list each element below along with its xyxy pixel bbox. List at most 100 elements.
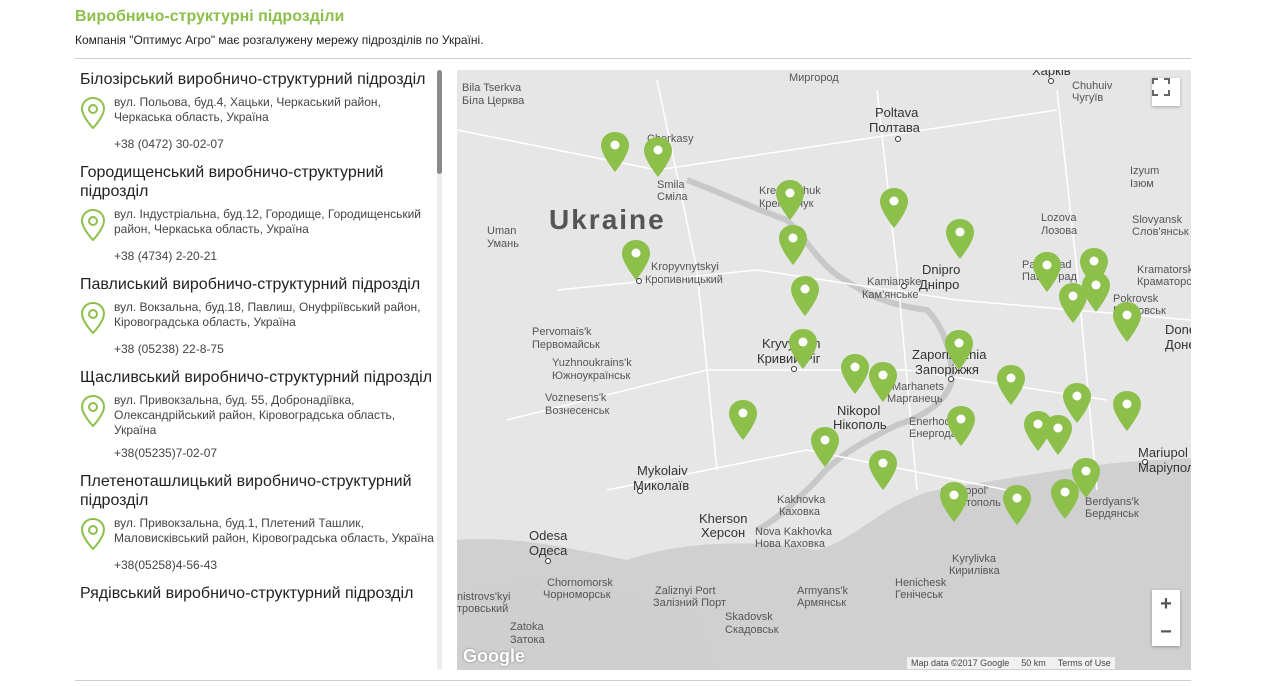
map-label: Smila	[657, 179, 685, 191]
map-label: Маріуполь	[1138, 460, 1191, 475]
division-phone: +38(05258)4-56-43	[114, 558, 218, 572]
map-label: Затока	[510, 634, 546, 646]
map-label: Залізний Порт	[653, 597, 726, 609]
scrollbar-thumb[interactable]	[437, 70, 442, 174]
map-label: Кирилівка	[949, 565, 1001, 577]
map-label: Умань	[487, 238, 519, 250]
list-item[interactable]: Павлиський виробничо-структурний підрозд…	[80, 275, 435, 356]
map-label: Donetsk	[1165, 322, 1191, 337]
map-label: Lozova	[1041, 212, 1077, 224]
map-label: Первомайськ	[532, 339, 600, 351]
division-address: вул. Привокзальна, буд. 55, Добронадіївк…	[114, 393, 396, 437]
map-label: Кропивницький	[645, 274, 723, 286]
fullscreen-button[interactable]	[1152, 78, 1180, 106]
map-label: Dnipro	[922, 262, 960, 277]
zoom-control[interactable]: + −	[1152, 590, 1180, 646]
map-label: Скадовськ	[725, 624, 779, 636]
map-label: Харків	[1032, 70, 1071, 78]
map-label: тровський	[457, 603, 508, 615]
list-item[interactable]: Плетеноташлицький виробничо-структурний …	[80, 472, 435, 572]
google-logo[interactable]: Google	[463, 646, 525, 667]
zoom-out-button[interactable]: −	[1152, 618, 1180, 646]
map-label: nistrovs'kyi	[457, 591, 510, 603]
list-item[interactable]: Городищенський виробничо-структурний під…	[80, 163, 435, 263]
map-label: Kyrylivka	[952, 553, 997, 565]
division-name[interactable]: Городищенський виробничо-структурний під…	[80, 163, 435, 201]
location-pin-icon	[80, 209, 106, 241]
list-item[interactable]: Рядівський виробничо-структурний підрозд…	[80, 584, 435, 603]
fullscreen-icon	[1152, 78, 1170, 96]
division-name[interactable]: Білозірський виробничо-структурний підро…	[80, 70, 435, 89]
map-label: Вознесенськ	[545, 405, 609, 417]
map-label: Zaliznyi Port	[655, 585, 716, 597]
map-label: Лозова	[1041, 225, 1078, 237]
scale-label[interactable]: 50 km	[1021, 658, 1046, 668]
division-name[interactable]: Рядівський виробничо-структурний підрозд…	[80, 584, 435, 603]
division-phone: +38 (0472) 30-02-07	[114, 137, 224, 151]
map-label: Краматорськ	[1137, 276, 1191, 288]
division-address: вул. Привокзальна, буд.1, Плетений Ташли…	[114, 516, 434, 545]
map-label: Mykolaiv	[637, 463, 688, 478]
page-title: Виробничо-структурні підрозділи	[75, 8, 345, 25]
map-label: Одеса	[529, 543, 568, 558]
map-label: Kramatorsk	[1137, 264, 1191, 276]
map-label: Kamianske	[867, 276, 921, 288]
map-label: Zatoka	[510, 621, 545, 633]
map-attribution: Map data ©2017 Google 50 km Terms of Use	[907, 657, 1115, 669]
map-label: Mariupol	[1138, 445, 1188, 460]
map-label: Armyans'k	[797, 585, 848, 597]
list-item[interactable]: Білозірський виробничо-структурний підро…	[80, 70, 435, 151]
location-pin-icon	[80, 395, 106, 427]
map-label: Izyum	[1130, 165, 1159, 177]
map-label: Chuhuiv	[1072, 80, 1113, 92]
map-label: Дніпро	[919, 277, 959, 292]
map-label: Skadovsk	[725, 611, 773, 623]
list-item[interactable]: Щасливський виробничо-структурний підроз…	[80, 368, 435, 460]
map-label: Pokrovsk	[1113, 293, 1159, 305]
map-canvas[interactable]: Ukraine Bila Tserkva Біла Церква Cherkas…	[457, 70, 1191, 670]
map-label: Kropyvnytskyi	[651, 261, 719, 273]
division-name[interactable]: Плетеноташлицький виробничо-структурний …	[80, 472, 435, 510]
map-label: Chornomorsk	[547, 577, 614, 589]
division-address: вул. Польова, буд.4, Хацьки, Черкаський …	[114, 95, 381, 124]
map-label: Voznesens'k	[545, 392, 607, 404]
zoom-in-button[interactable]: +	[1152, 590, 1180, 618]
terms-link[interactable]: Terms of Use	[1058, 658, 1111, 668]
map-label: Чорноморськ	[543, 589, 611, 601]
map-label: Odesa	[529, 528, 568, 543]
division-list[interactable]: Білозірський виробничо-структурний підро…	[75, 70, 435, 670]
map-label: Kherson	[699, 511, 747, 526]
map-label: Poltava	[875, 105, 919, 120]
division-name[interactable]: Щасливський виробничо-структурний підроз…	[80, 368, 435, 387]
map-label: Миколаїв	[633, 478, 689, 493]
map-label: Слов'янськ	[1132, 226, 1189, 238]
map-label: Каховка	[779, 506, 821, 518]
scrollbar[interactable]	[437, 70, 442, 670]
location-pin-icon	[80, 302, 106, 334]
map-label: Berdyans'k	[1085, 496, 1140, 508]
map-label: Нова Каховка	[755, 538, 826, 550]
division-name[interactable]: Павлиський виробничо-структурний підрозд…	[80, 275, 435, 294]
map-label: Марганець	[887, 393, 943, 405]
map-label: Нікополь	[833, 417, 887, 432]
map-label: Миргород	[789, 72, 839, 84]
map-label: Полтава	[869, 120, 921, 135]
map-country-label: Ukraine	[549, 204, 666, 235]
map-label: Кам'янське	[862, 289, 919, 301]
map-label: Henichesk	[895, 577, 947, 589]
map[interactable]: Ukraine Bila Tserkva Біла Церква Cherkas…	[457, 70, 1191, 670]
map-label: Армянськ	[797, 597, 846, 609]
map-label: Nova Kakhovka	[755, 526, 833, 538]
divider	[75, 58, 1191, 59]
map-label: Ізюм	[1130, 178, 1154, 190]
page-subtitle: Компанія "Оптимус Агро" має розгалужену …	[75, 33, 484, 47]
map-label: Херсон	[701, 525, 745, 540]
map-label: Сміла	[657, 191, 688, 203]
map-label: Slovyansk	[1132, 214, 1183, 226]
division-phone: +38(05235)7-02-07	[114, 446, 218, 460]
map-label: Uman	[487, 225, 516, 237]
attribution-text: Map data ©2017 Google	[911, 658, 1010, 668]
map-label: Yuzhnoukrains'k	[552, 357, 632, 369]
map-label: Донецьк	[1165, 337, 1191, 352]
divider	[75, 680, 1191, 681]
